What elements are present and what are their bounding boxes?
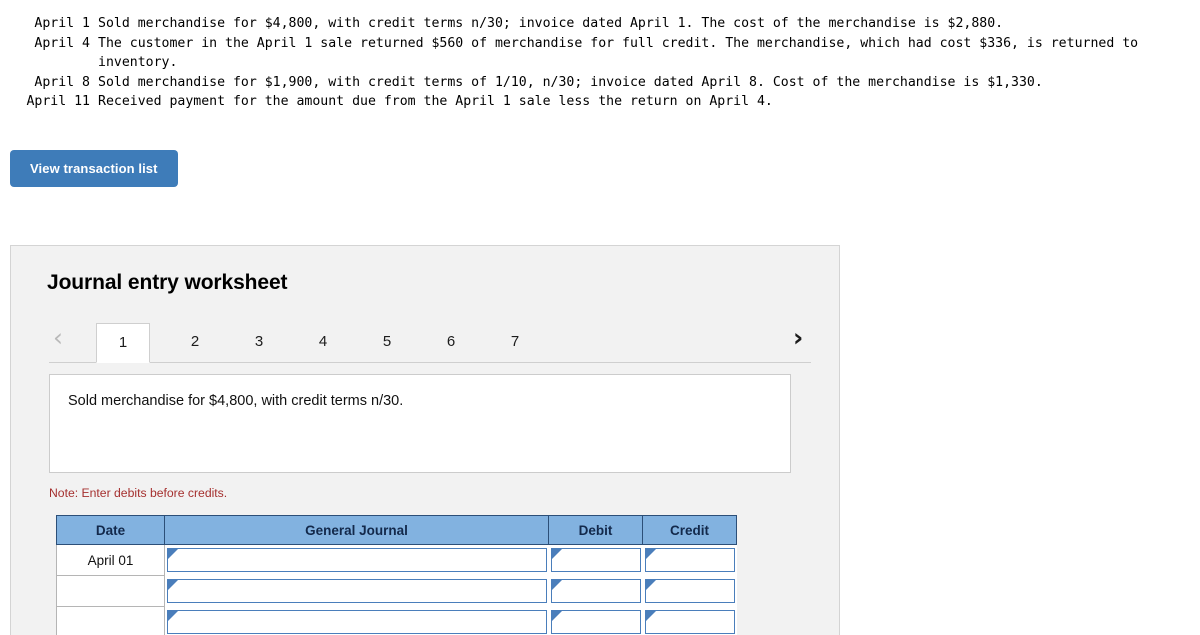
account-select[interactable]: [167, 579, 547, 603]
debit-input[interactable]: [550, 548, 641, 573]
table-row: [56, 575, 737, 607]
transaction-description: Received payment for the amount due from…: [98, 94, 773, 110]
table-row: April 01: [56, 544, 737, 576]
cell-date[interactable]: April 01: [56, 544, 165, 576]
tab-1[interactable]: 1: [96, 323, 150, 363]
transaction-list: April 1 Sold merchandise for $4,800, wit…: [0, 0, 1200, 112]
journal-entry-worksheet-panel: Journal entry worksheet ‹ 1 2 3 4 5 6 7 …: [10, 245, 840, 635]
debits-before-credits-note: Note: Enter debits before credits.: [49, 486, 228, 500]
cell-debit[interactable]: [548, 606, 643, 635]
tab-3[interactable]: 3: [239, 323, 279, 363]
general-journal-table: Date General Journal Debit Credit April …: [56, 515, 737, 635]
credit-input[interactable]: [644, 579, 735, 603]
transaction-date: April 4: [34, 35, 90, 51]
transaction-prompt-text: Sold merchandise for $4,800, with credit…: [68, 393, 404, 409]
transaction-item: April 1 Sold merchandise for $4,800, wit…: [0, 14, 1200, 34]
tab-6[interactable]: 6: [431, 323, 471, 363]
toolbar: View transaction list: [0, 112, 1200, 187]
transaction-item: April 4 The customer in the April 1 sale…: [0, 34, 1200, 73]
table-row: [56, 606, 737, 635]
view-transaction-list-button[interactable]: View transaction list: [10, 149, 178, 187]
cell-credit[interactable]: [642, 606, 737, 635]
transaction-date: April 8: [34, 74, 90, 90]
cell-general-journal[interactable]: [164, 606, 549, 635]
cell-general-journal[interactable]: [164, 544, 549, 576]
tab-7[interactable]: 7: [495, 323, 535, 363]
cell-credit[interactable]: [642, 544, 737, 576]
credit-input[interactable]: [644, 548, 735, 573]
cell-debit[interactable]: [548, 575, 643, 607]
transaction-description: The customer in the April 1 sale returne…: [98, 35, 1139, 71]
transaction-prompt-box: Sold merchandise for $4,800, with credit…: [49, 374, 791, 473]
transaction-date: April 1: [34, 16, 90, 31]
debit-input[interactable]: [550, 610, 641, 634]
page-title: Journal entry worksheet: [47, 271, 288, 294]
transaction-item: April 11 Received payment for the amount…: [0, 92, 1200, 112]
cell-date[interactable]: [56, 575, 165, 607]
column-header-date: Date: [56, 515, 165, 545]
tab-underline: [49, 362, 811, 363]
table-header-row: Date General Journal Debit Credit: [56, 515, 737, 545]
worksheet-tab-strip: ‹ 1 2 3 4 5 6 7 ›: [11, 317, 839, 363]
column-header-general-journal: General Journal: [164, 515, 549, 545]
cell-date[interactable]: [56, 606, 165, 635]
transaction-date: April 11: [26, 94, 90, 110]
transaction-description: Sold merchandise for $1,900, with credit…: [98, 74, 1043, 90]
transaction-item: April 8 Sold merchandise for $1,900, wit…: [0, 73, 1200, 93]
cell-general-journal[interactable]: [164, 575, 549, 607]
tab-5[interactable]: 5: [367, 323, 407, 363]
cell-debit[interactable]: [548, 544, 643, 576]
account-select[interactable]: [167, 548, 547, 573]
tab-4[interactable]: 4: [303, 323, 343, 363]
cell-credit[interactable]: [642, 575, 737, 607]
column-header-credit: Credit: [642, 515, 737, 545]
credit-input[interactable]: [644, 610, 735, 634]
chevron-right-icon[interactable]: ›: [793, 323, 803, 353]
tab-2[interactable]: 2: [175, 323, 215, 363]
chevron-left-icon[interactable]: ‹: [53, 323, 63, 353]
transaction-description: Sold merchandise for $4,800, with credit…: [98, 16, 1004, 31]
column-header-debit: Debit: [548, 515, 643, 545]
account-select[interactable]: [167, 610, 547, 634]
debit-input[interactable]: [550, 579, 641, 603]
